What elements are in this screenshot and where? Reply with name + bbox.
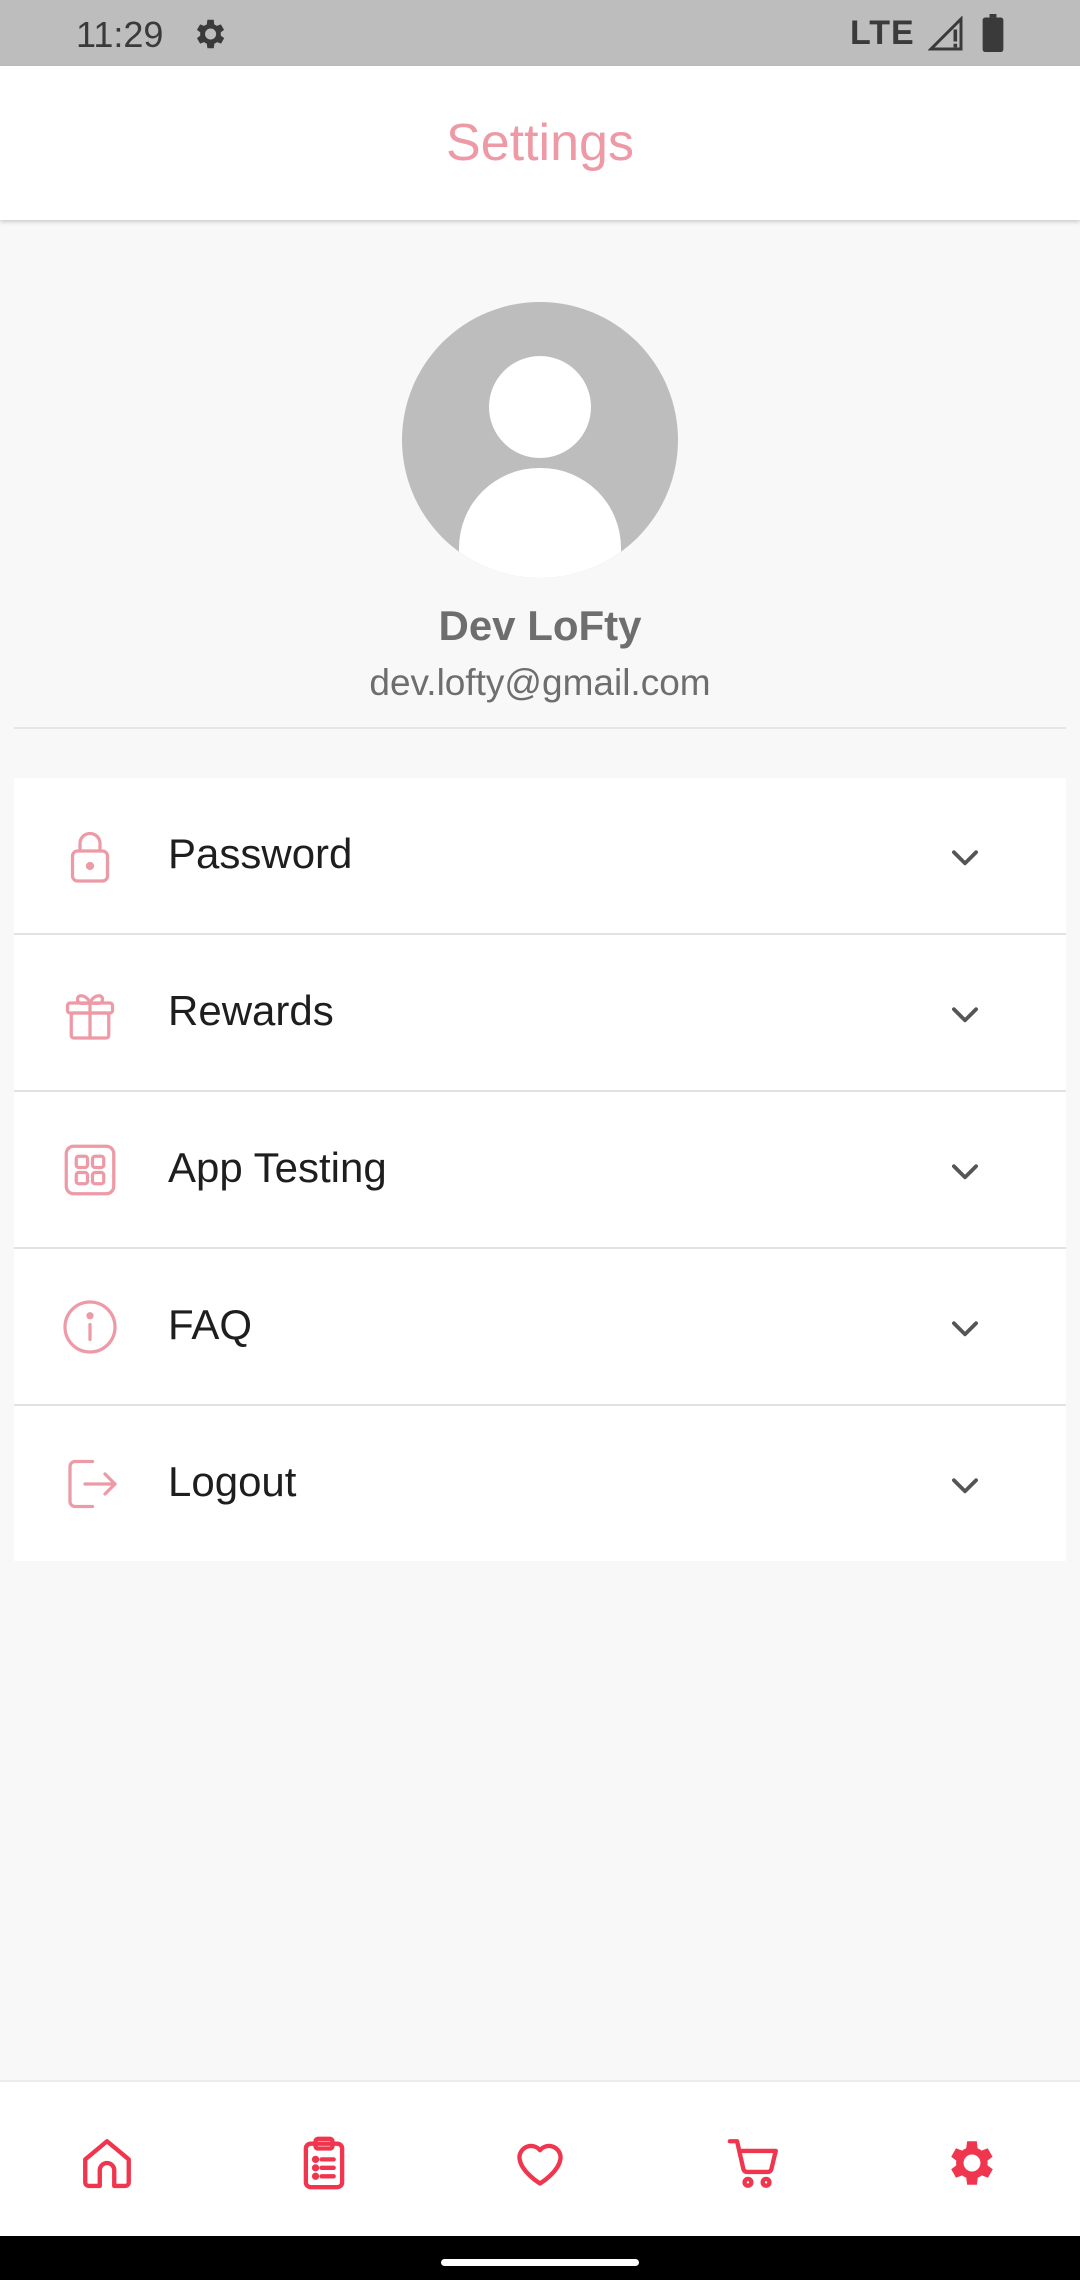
network-type: LTE <box>850 14 915 52</box>
bottom-nav <box>0 2080 1080 2238</box>
profile-avatar[interactable] <box>402 302 678 578</box>
app-header: Settings <box>0 66 1080 220</box>
menu-item-password[interactable]: Password <box>14 778 1066 935</box>
menu-item-faq[interactable]: FAQ <box>14 1249 1066 1406</box>
chevron-down-icon[interactable] <box>946 1309 984 1347</box>
menu-item-label: Password <box>168 830 353 877</box>
home-icon[interactable] <box>78 2134 136 2192</box>
chevron-down-icon[interactable] <box>946 838 984 876</box>
settings-menu: Password Rewards App Testing FAQ Logout <box>14 778 1066 1561</box>
status-bar: 11:29 LTE <box>0 0 1080 66</box>
menu-item-label: FAQ <box>168 1301 253 1348</box>
profile-name: Dev LoFty <box>438 602 642 649</box>
logout-icon <box>68 1459 117 1509</box>
page-title: Settings <box>446 114 634 172</box>
menu-item-logout[interactable]: Logout <box>14 1406 1066 1561</box>
clipboard-list-icon[interactable] <box>295 2134 353 2192</box>
avatar-body-shape <box>459 468 621 578</box>
avatar-head-shape <box>489 356 591 458</box>
menu-item-label: App Testing <box>168 1144 387 1191</box>
profile-email: dev.lofty@gmail.com <box>369 662 711 703</box>
chevron-down-icon[interactable] <box>946 1466 984 1504</box>
menu-item-label: Rewards <box>168 987 334 1034</box>
system-nav-bar <box>0 2236 1080 2280</box>
home-gesture-handle[interactable] <box>441 2259 639 2266</box>
chevron-down-icon[interactable] <box>946 995 984 1033</box>
status-time: 11:29 <box>76 14 164 55</box>
signal-icon <box>928 16 963 51</box>
menu-item-label: Logout <box>168 1458 297 1505</box>
chevron-down-icon[interactable] <box>946 1152 984 1190</box>
gift-icon <box>65 994 115 1040</box>
menu-item-rewards[interactable]: Rewards <box>14 935 1066 1092</box>
lock-icon <box>70 831 110 883</box>
info-icon <box>63 1300 117 1354</box>
battery-icon <box>982 14 1004 52</box>
cart-icon[interactable] <box>725 2134 783 2192</box>
gear-icon[interactable] <box>943 2134 1001 2192</box>
profile-divider <box>14 727 1066 729</box>
heart-icon[interactable] <box>511 2134 569 2192</box>
menu-item-app-testing[interactable]: App Testing <box>14 1092 1066 1249</box>
settings-gear-icon <box>196 19 225 49</box>
grid-icon <box>64 1144 116 1196</box>
